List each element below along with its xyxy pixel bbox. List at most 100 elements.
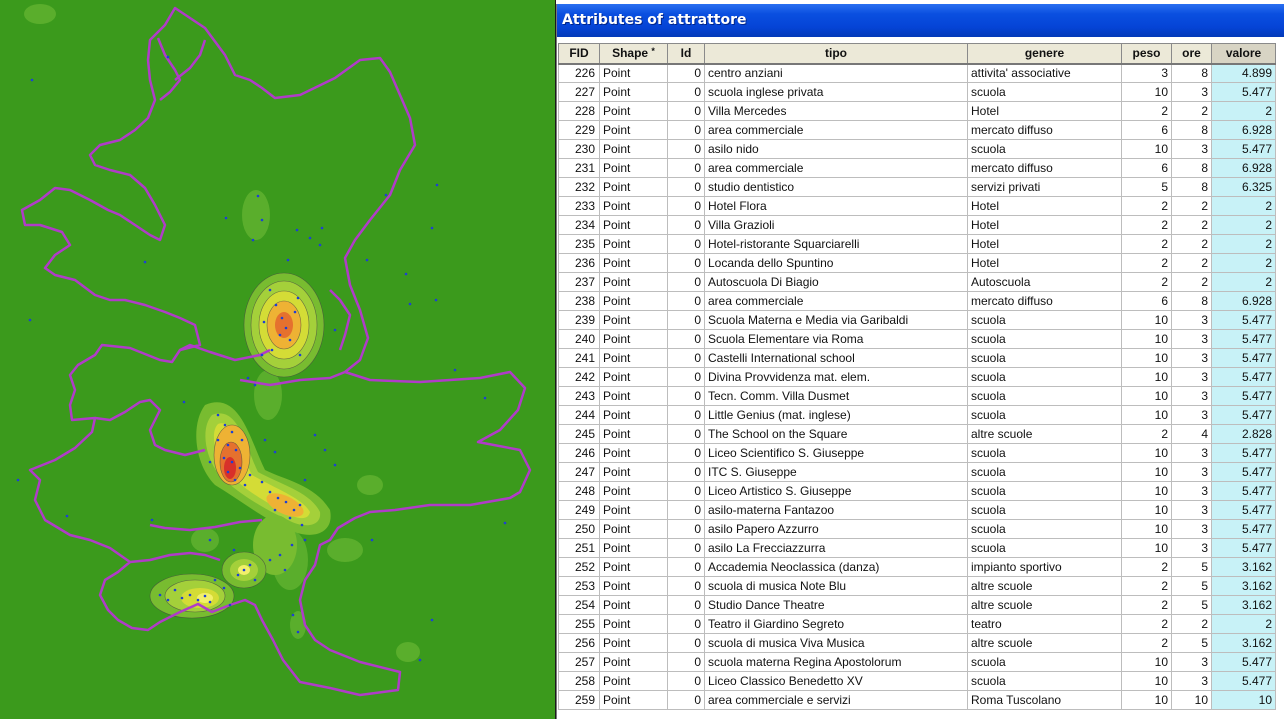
cell-valore[interactable]: 5.477 — [1211, 519, 1276, 539]
cell-fid[interactable]: 237 — [558, 272, 600, 292]
cell-valore[interactable]: 2 — [1211, 272, 1276, 292]
cell-shape[interactable]: Point — [599, 519, 668, 539]
cell-genere[interactable]: scuola — [967, 443, 1122, 463]
cell-tipo[interactable]: ITC S. Giuseppe — [704, 462, 968, 482]
cell-valore[interactable]: 5.477 — [1211, 443, 1276, 463]
cell-genere[interactable]: altre scuole — [967, 424, 1122, 444]
cell-ore[interactable]: 2 — [1171, 196, 1212, 216]
cell-valore[interactable]: 3.162 — [1211, 576, 1276, 596]
cell-shape[interactable]: Point — [599, 652, 668, 672]
cell-genere[interactable]: scuola — [967, 310, 1122, 330]
cell-shape[interactable]: Point — [599, 481, 668, 501]
column-header-shape[interactable]: Shape * — [599, 43, 668, 65]
cell-peso[interactable]: 10 — [1121, 139, 1172, 159]
cell-id[interactable]: 0 — [667, 462, 705, 482]
cell-shape[interactable]: Point — [599, 120, 668, 140]
cell-valore[interactable]: 5.477 — [1211, 348, 1276, 368]
cell-tipo[interactable]: Liceo Artistico S. Giuseppe — [704, 481, 968, 501]
cell-shape[interactable]: Point — [599, 576, 668, 596]
cell-shape[interactable]: Point — [599, 462, 668, 482]
table-row[interactable]: 250 Point 0 asilo Papero Azzurro scuola 10 3 5.… — [558, 519, 1276, 539]
cell-peso[interactable]: 2 — [1121, 424, 1172, 444]
cell-shape[interactable]: Point — [599, 386, 668, 406]
cell-fid[interactable]: 241 — [558, 348, 600, 368]
cell-peso[interactable]: 10 — [1121, 481, 1172, 501]
cell-genere[interactable]: scuola — [967, 671, 1122, 691]
cell-valore[interactable]: 6.325 — [1211, 177, 1276, 197]
cell-id[interactable]: 0 — [667, 671, 705, 691]
cell-fid[interactable]: 252 — [558, 557, 600, 577]
cell-valore[interactable]: 3.162 — [1211, 595, 1276, 615]
cell-fid[interactable]: 242 — [558, 367, 600, 387]
cell-genere[interactable]: scuola — [967, 538, 1122, 558]
cell-id[interactable]: 0 — [667, 386, 705, 406]
cell-genere[interactable]: impianto sportivo — [967, 557, 1122, 577]
cell-fid[interactable]: 244 — [558, 405, 600, 425]
cell-genere[interactable]: mercato diffuso — [967, 291, 1122, 311]
cell-genere[interactable]: Hotel — [967, 234, 1122, 254]
table-row[interactable]: 238 Point 0 area commerciale mercato diffuso… — [558, 291, 1276, 311]
cell-ore[interactable]: 2 — [1171, 101, 1212, 121]
cell-fid[interactable]: 233 — [558, 196, 600, 216]
cell-valore[interactable]: 2 — [1211, 196, 1276, 216]
cell-fid[interactable]: 245 — [558, 424, 600, 444]
cell-shape[interactable]: Point — [599, 177, 668, 197]
cell-genere[interactable]: scuola — [967, 462, 1122, 482]
cell-id[interactable]: 0 — [667, 367, 705, 387]
table-row[interactable]: 258 Point 0 Liceo Classico Benedetto XV scuo… — [558, 671, 1276, 691]
cell-valore[interactable]: 2 — [1211, 234, 1276, 254]
cell-shape[interactable]: Point — [599, 348, 668, 368]
cell-fid[interactable]: 227 — [558, 82, 600, 102]
cell-peso[interactable]: 2 — [1121, 595, 1172, 615]
cell-tipo[interactable]: scuola inglese privata — [704, 82, 968, 102]
cell-peso[interactable]: 10 — [1121, 652, 1172, 672]
cell-ore[interactable]: 3 — [1171, 671, 1212, 691]
cell-ore[interactable]: 3 — [1171, 139, 1212, 159]
cell-genere[interactable]: mercato diffuso — [967, 120, 1122, 140]
table-row[interactable]: 252 Point 0 Accademia Neoclassica (danza) im… — [558, 557, 1276, 577]
cell-shape[interactable]: Point — [599, 139, 668, 159]
cell-peso[interactable]: 10 — [1121, 329, 1172, 349]
cell-id[interactable]: 0 — [667, 633, 705, 653]
cell-fid[interactable]: 255 — [558, 614, 600, 634]
cell-id[interactable]: 0 — [667, 120, 705, 140]
cell-valore[interactable]: 5.477 — [1211, 310, 1276, 330]
cell-ore[interactable]: 5 — [1171, 595, 1212, 615]
cell-id[interactable]: 0 — [667, 443, 705, 463]
cell-ore[interactable]: 3 — [1171, 538, 1212, 558]
cell-fid[interactable]: 250 — [558, 519, 600, 539]
cell-tipo[interactable]: asilo Papero Azzurro — [704, 519, 968, 539]
cell-tipo[interactable]: area commerciale e servizi — [704, 690, 968, 710]
cell-tipo[interactable]: scuola materna Regina Apostolorum — [704, 652, 968, 672]
cell-valore[interactable]: 5.477 — [1211, 462, 1276, 482]
column-header-valore[interactable]: valore — [1211, 43, 1276, 65]
cell-shape[interactable]: Point — [599, 500, 668, 520]
cell-valore[interactable]: 10 — [1211, 690, 1276, 710]
cell-id[interactable]: 0 — [667, 595, 705, 615]
cell-peso[interactable]: 2 — [1121, 272, 1172, 292]
cell-fid[interactable]: 257 — [558, 652, 600, 672]
cell-shape[interactable]: Point — [599, 367, 668, 387]
cell-ore[interactable]: 8 — [1171, 158, 1212, 178]
cell-shape[interactable]: Point — [599, 101, 668, 121]
cell-shape[interactable]: Point — [599, 329, 668, 349]
cell-id[interactable]: 0 — [667, 158, 705, 178]
cell-valore[interactable]: 5.477 — [1211, 538, 1276, 558]
cell-valore[interactable]: 5.477 — [1211, 671, 1276, 691]
table-row[interactable]: 226 Point 0 centro anziani attivita' associa… — [558, 63, 1276, 83]
cell-genere[interactable]: scuola — [967, 139, 1122, 159]
cell-genere[interactable]: scuola — [967, 500, 1122, 520]
cell-ore[interactable]: 3 — [1171, 519, 1212, 539]
cell-ore[interactable]: 5 — [1171, 576, 1212, 596]
cell-tipo[interactable]: area commerciale — [704, 291, 968, 311]
cell-shape[interactable]: Point — [599, 443, 668, 463]
cell-valore[interactable]: 3.162 — [1211, 633, 1276, 653]
cell-shape[interactable]: Point — [599, 196, 668, 216]
attribute-table-window[interactable]: Attributes of attrattore FID Shape * Id … — [556, 4, 1284, 719]
cell-valore[interactable]: 5.477 — [1211, 386, 1276, 406]
cell-id[interactable]: 0 — [667, 234, 705, 254]
cell-peso[interactable]: 2 — [1121, 614, 1172, 634]
cell-tipo[interactable]: area commerciale — [704, 120, 968, 140]
table-row[interactable]: 243 Point 0 Tecn. Comm. Villa Dusmet scuola 1… — [558, 386, 1276, 406]
cell-tipo[interactable]: centro anziani — [704, 63, 968, 83]
